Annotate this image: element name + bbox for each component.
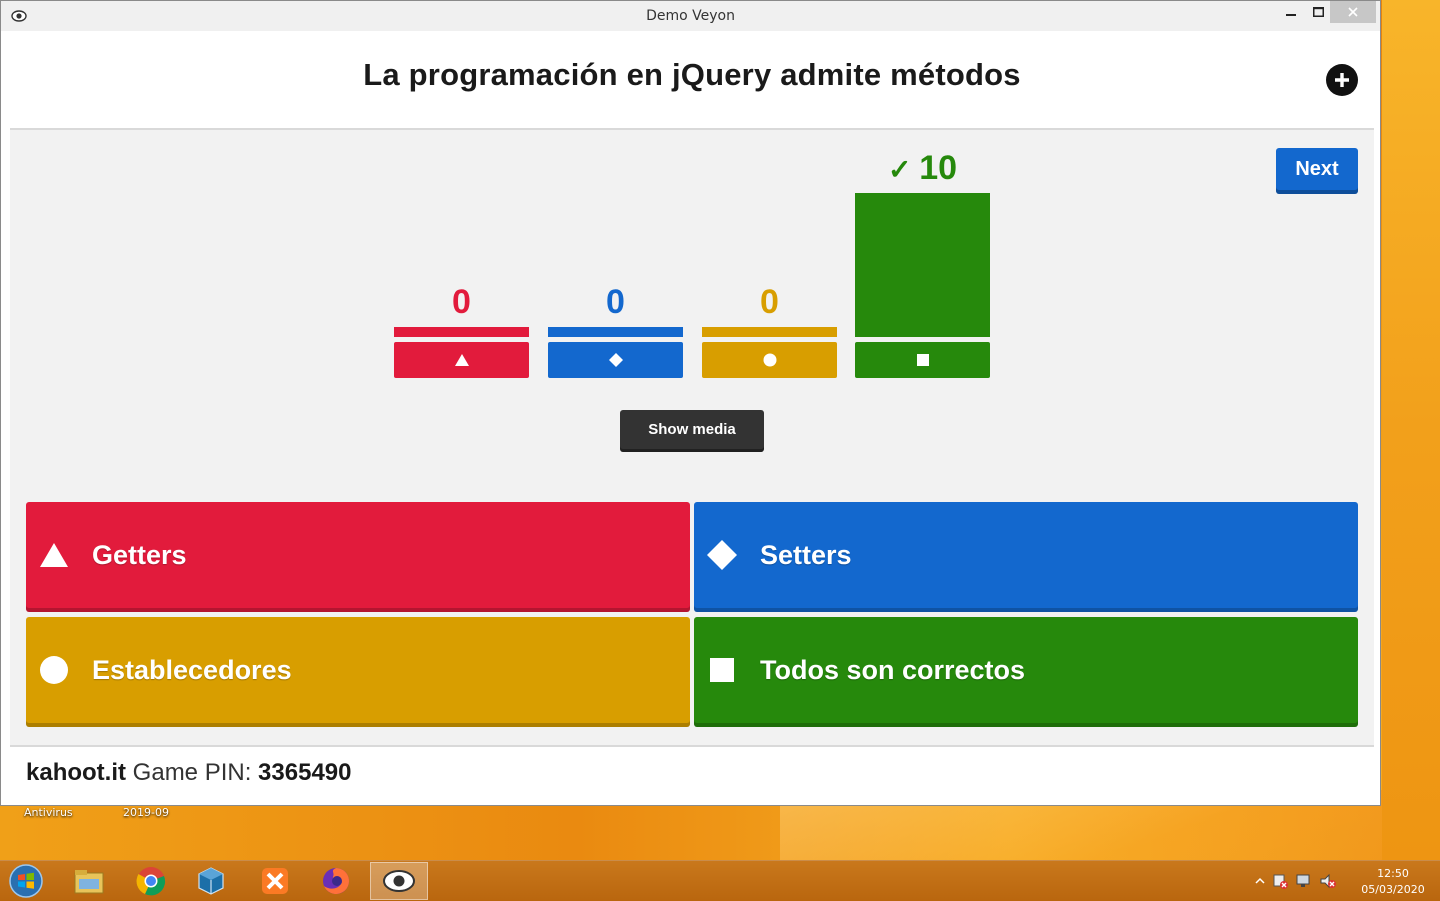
game-pin-label: Game PIN: (132, 759, 252, 786)
system-clock[interactable]: 12:50 05/03/2020 (1356, 866, 1430, 898)
game-pin-line: kahoot.it Game PIN: 3365490 (26, 759, 351, 787)
answer-setters[interactable]: Setters (694, 502, 1358, 612)
result-bar-fill (394, 327, 529, 337)
close-button[interactable] (1330, 1, 1376, 23)
result-count: 0 (394, 283, 529, 322)
window-title: Demo Veyon (646, 8, 735, 24)
plus-icon (1335, 73, 1349, 87)
show-media-button[interactable]: Show media (620, 410, 764, 452)
result-count-value: 0 (760, 283, 779, 321)
answer-getters[interactable]: Getters (26, 502, 690, 612)
firefox-icon[interactable] (307, 862, 365, 900)
network-icon[interactable] (1295, 872, 1313, 890)
close-icon (1348, 7, 1358, 17)
desktop-icon-label-2019-09[interactable]: 2019-09 (123, 806, 169, 819)
window-titlebar[interactable]: Demo Veyon (1, 1, 1380, 31)
virtualbox-icon[interactable] (182, 862, 240, 900)
result-count: 0 (702, 283, 837, 322)
volume-muted-icon[interactable] (1319, 872, 1337, 890)
maximize-button[interactable] (1304, 1, 1332, 23)
answer-label: Todos son correctos (760, 654, 1026, 685)
xampp-icon[interactable] (246, 862, 304, 900)
answer-label: Getters (92, 539, 187, 570)
circle-icon (702, 342, 837, 378)
veyon-icon[interactable] (370, 862, 428, 900)
desktop-wallpaper-edge (1382, 0, 1440, 860)
circle-icon (38, 654, 70, 686)
result-count-value: 0 (452, 283, 471, 321)
start-orb-icon[interactable] (6, 863, 46, 899)
taskbar: 12:50 05/03/2020 (0, 860, 1440, 901)
clock-date: 05/03/2020 (1361, 883, 1425, 896)
answer-label: Setters (760, 539, 852, 570)
triangle-icon (394, 342, 529, 378)
minimize-button[interactable] (1277, 1, 1305, 23)
diamond-icon (548, 342, 683, 378)
kahoot-content: La programación en jQuery admite métodos… (10, 31, 1374, 801)
result-count-value: 10 (919, 149, 958, 187)
result-count: 0 (548, 283, 683, 322)
answer-todos-son-correctos[interactable]: Todos son correctos (694, 617, 1358, 727)
answer-establecedores[interactable]: Establecedores (26, 617, 690, 727)
checkmark-icon: ✓ (887, 154, 920, 185)
next-button[interactable]: Next (1276, 148, 1358, 194)
result-bar-fill (548, 327, 683, 337)
result-count-value: 0 (606, 283, 625, 321)
minimize-icon (1286, 14, 1296, 16)
answer-label: Establecedores (92, 654, 292, 685)
maximize-icon (1312, 7, 1324, 17)
question-header: La programación en jQuery admite métodos (10, 31, 1374, 130)
triangle-icon (38, 539, 70, 571)
desktop-icon-label-antivirus[interactable]: Antivirus (24, 806, 73, 819)
result-bar-fill (702, 327, 837, 337)
show-hidden-icons-icon[interactable] (1255, 876, 1265, 886)
expand-button[interactable] (1326, 64, 1358, 96)
file-explorer-icon[interactable] (60, 862, 118, 900)
diamond-icon (706, 539, 738, 571)
question-title: La programación en jQuery admite métodos (363, 57, 1021, 92)
game-footer: kahoot.it Game PIN: 3365490 (10, 745, 1374, 801)
app-window: Demo Veyon La programación en jQuery adm… (0, 0, 1381, 806)
result-count: ✓ 10 (855, 149, 990, 188)
action-center-icon[interactable] (1271, 872, 1289, 890)
square-icon (855, 342, 990, 378)
kahoot-brand: kahoot.it (26, 759, 126, 786)
chrome-icon[interactable] (122, 862, 180, 900)
square-icon (706, 654, 738, 686)
clock-time: 12:50 (1377, 867, 1409, 880)
system-tray (1255, 871, 1337, 891)
result-bar-fill (855, 193, 990, 337)
game-pin-value: 3365490 (258, 759, 352, 786)
